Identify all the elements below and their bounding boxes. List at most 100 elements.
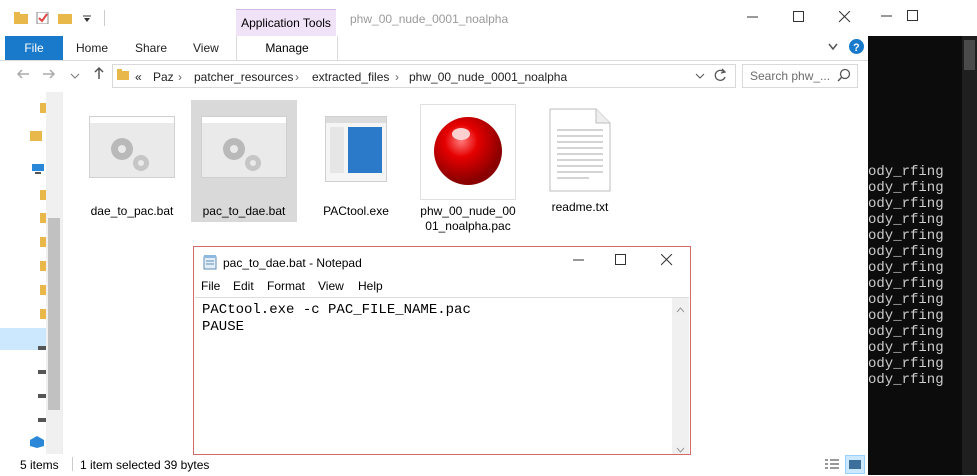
console-line: ody_rfing [868,228,944,244]
tab-share[interactable]: Share [135,36,167,60]
console-line: ody_rfing [868,372,944,388]
console-scrollbar-thumb[interactable] [964,40,975,70]
menu-view[interactable]: View [318,279,344,293]
file-item[interactable]: phw_00_nude_00 01_noalpha.pac [418,102,518,234]
menu-edit[interactable]: Edit [233,279,254,293]
drive-icon[interactable] [38,412,46,426]
console-line: ody_rfing [868,180,944,196]
notepad-title: pac_to_dae.bat - Notepad [223,256,362,270]
chevron-right-icon: › [295,70,299,84]
console-line: ody_rfing [868,276,944,292]
drive-icon[interactable] [38,340,46,354]
drive-icon[interactable] [38,388,46,402]
scroll-up-icon[interactable] [676,302,685,316]
bat-gears-icon [89,116,175,178]
notepad-close-button[interactable] [644,248,690,276]
file-name: phw_00_nude_00 01_noalpha.pac [418,204,518,234]
this-pc-icon[interactable] [32,163,44,178]
recent-locations-icon[interactable] [66,66,84,84]
tab-home[interactable]: Home [76,36,108,60]
status-divider [72,457,73,471]
breadcrumb-item[interactable]: Paz [153,70,174,84]
refresh-icon[interactable] [713,68,727,85]
console-line: ody_rfing [868,324,944,340]
file-item[interactable]: dae_to_pac.bat [84,102,180,222]
expand-ribbon-icon[interactable] [826,40,840,54]
new-folder-icon[interactable] [58,12,72,24]
notepad-window: pac_to_dae.bat - Notepad File Edit Forma… [193,246,691,455]
drive-icon[interactable] [38,364,46,378]
selection-info: 1 item selected [80,458,161,472]
console-maximize-button[interactable] [890,4,936,32]
folder-icon[interactable] [40,189,46,204]
folder-icon[interactable] [30,130,42,145]
forward-icon[interactable] [40,66,58,84]
notepad-minimize-button[interactable] [556,248,602,276]
file-name: pac_to_dae.bat [202,204,286,218]
folder-icon [117,69,129,84]
file-item[interactable]: readme.txt [530,102,630,222]
back-icon[interactable] [14,66,32,84]
console-line: ody_rfing [868,260,944,276]
tab-view[interactable]: View [193,36,219,60]
console-titlebar [868,0,977,36]
folder-icon[interactable] [40,260,46,275]
search-icon[interactable] [837,68,851,85]
tab-file[interactable]: File [5,36,63,60]
details-view-icon[interactable] [824,458,840,474]
folder-icon[interactable] [40,102,46,117]
chevron-right-icon: › [395,70,399,84]
file-name: PACtool.exe [323,204,389,218]
selection-size: 39 bytes [164,458,210,472]
large-icons-view-icon[interactable] [845,455,865,474]
dropdown-icon[interactable] [695,70,705,84]
network-icon[interactable] [30,436,44,451]
search-input[interactable]: Search phw_... [750,69,830,83]
breadcrumb-item[interactable]: extracted_files [312,70,389,84]
breadcrumb-item[interactable]: phw_00_nude_0001_noalpha [409,70,567,84]
notepad-text-area[interactable]: PACtool.exe -c PAC_FILE_NAME.pac PAUSE [195,297,689,454]
bat-gears-icon [201,116,287,178]
properties-icon[interactable] [36,11,50,25]
file-item-selected[interactable]: pac_to_dae.bat [191,100,297,222]
svg-text:?: ? [853,42,860,54]
menu-format[interactable]: Format [267,279,305,293]
console-line: ody_rfing [868,244,944,260]
close-button[interactable] [822,5,868,33]
file-name: dae_to_pac.bat [90,204,174,218]
console-line: ody_rfing [868,340,944,356]
text-file-icon [549,108,611,192]
menu-file[interactable]: File [201,279,220,293]
up-icon[interactable] [90,66,108,84]
scroll-down-icon[interactable] [676,442,685,456]
folder-icon[interactable] [40,284,46,299]
qat-dropdown-icon[interactable] [80,12,94,24]
notepad-scrollbar[interactable] [672,298,689,454]
red-sphere-icon [420,104,516,200]
console-line: ody_rfing [868,196,944,212]
breadcrumb-item[interactable]: patcher_resources [194,70,293,84]
status-bar: 5 items 1 item selected 39 bytes [0,454,868,475]
console-line: ody_rfing [868,212,944,228]
maximize-button[interactable] [776,5,822,33]
tab-manage[interactable]: Manage [236,36,338,60]
help-icon[interactable]: ? [849,39,864,54]
file-item[interactable]: PACtool.exe [306,102,406,222]
breadcrumb-overflow[interactable]: « [135,70,142,84]
address-box[interactable]: « Paz › patcher_resources › extracted_fi… [112,64,736,88]
console-line: ody_rfing [868,308,944,324]
nav-scrollbar-thumb[interactable] [48,218,60,410]
notepad-content[interactable]: PACtool.exe -c PAC_FILE_NAME.pac PAUSE [202,302,471,336]
notepad-icon [203,255,217,273]
qat-divider [104,10,105,26]
item-count: 5 items [20,458,59,472]
folder-icon[interactable] [40,212,46,227]
menu-help[interactable]: Help [358,279,383,293]
application-tools-label: Application Tools [236,9,336,37]
folder-icon[interactable] [40,308,46,323]
folder-icon[interactable] [40,236,46,251]
search-box[interactable]: Search phw_... [742,64,858,88]
notepad-maximize-button[interactable] [598,248,644,276]
console-scrollbar[interactable] [962,36,977,475]
minimize-button[interactable] [730,5,776,33]
